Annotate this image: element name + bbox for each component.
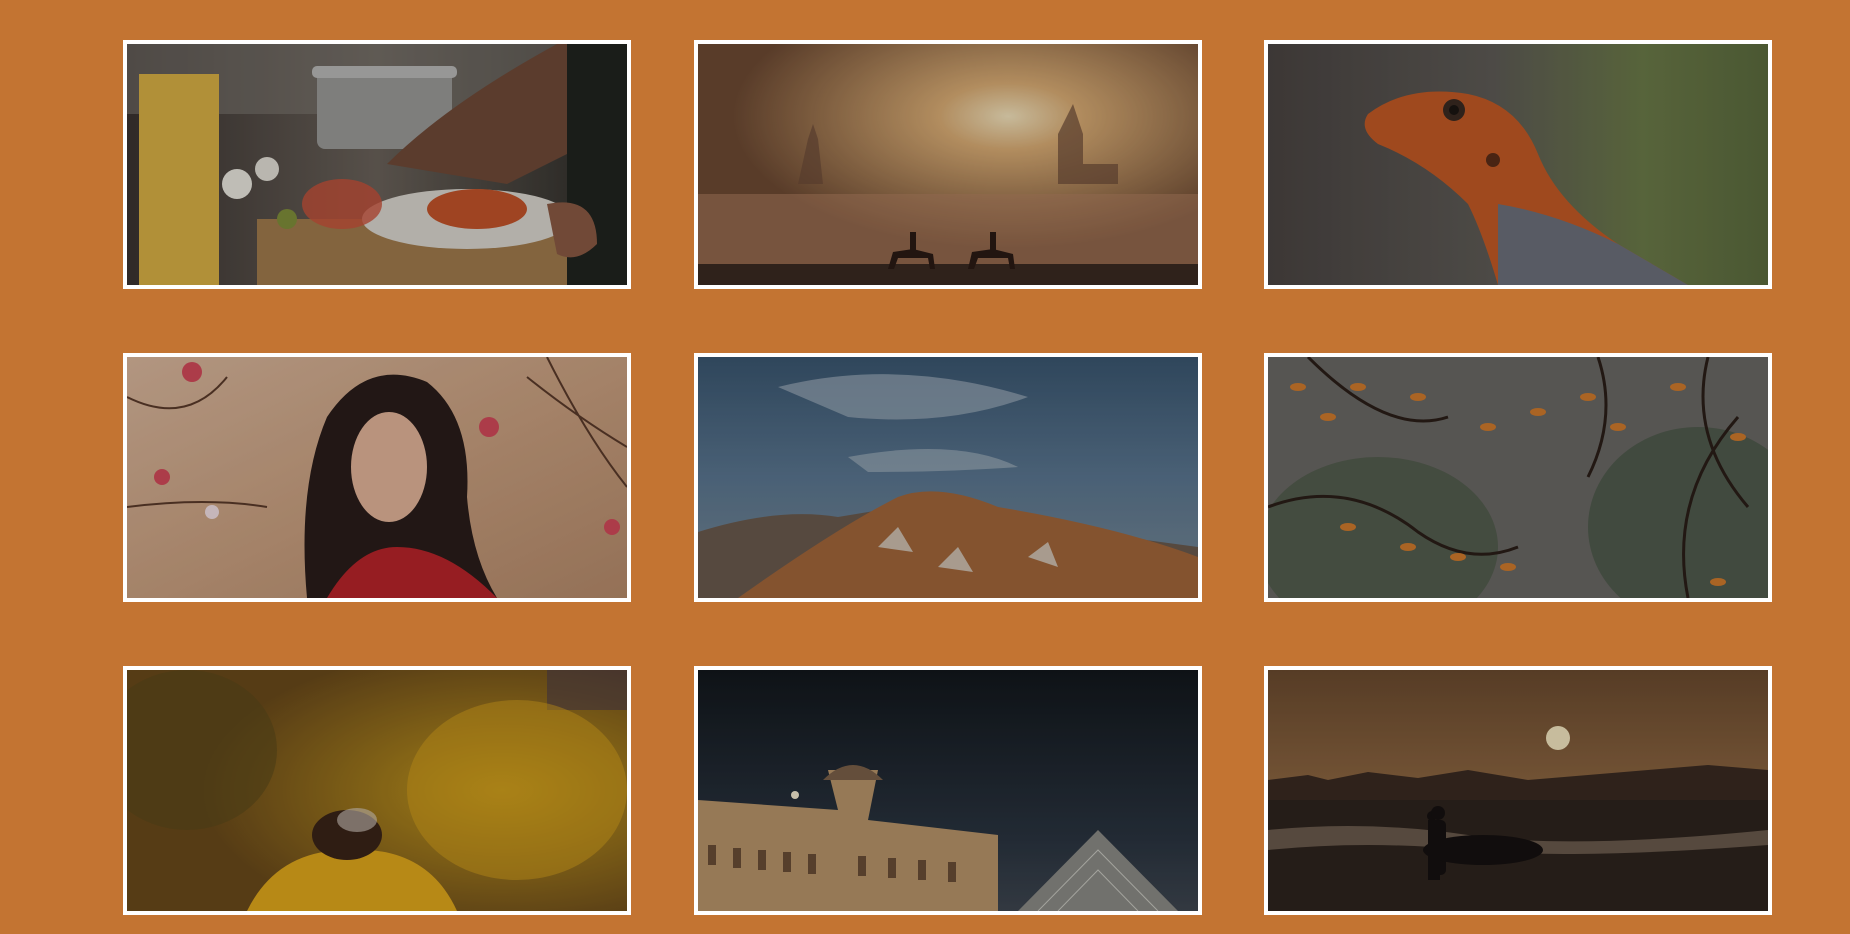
photo-bee-yellow-flower: [127, 670, 627, 911]
gallery-image-louvre-pyramid-night[interactable]: [694, 666, 1202, 915]
photo-woman-cherry-blossoms: [127, 357, 627, 598]
photo-chef-plating-pasta: [127, 44, 627, 285]
gallery-image-horse-riders-misty-sunrise[interactable]: [694, 40, 1202, 289]
gallery-image-mountain-ridge-sky[interactable]: [694, 353, 1202, 602]
photo-mountain-ridge-sky: [698, 357, 1198, 598]
gallery-image-woman-cherry-blossoms[interactable]: [123, 353, 631, 602]
image-gallery: [0, 0, 1850, 934]
gallery-image-chef-plating-pasta[interactable]: [123, 40, 631, 289]
photo-autumn-branches: [1268, 357, 1768, 598]
photo-louvre-pyramid-night: [698, 670, 1198, 911]
photo-horse-riders-misty-sunrise: [698, 44, 1198, 285]
gallery-image-bee-yellow-flower[interactable]: [123, 666, 631, 915]
gallery-image-surfers-sunset-beach[interactable]: [1264, 666, 1772, 915]
photo-orange-lizard: [1268, 44, 1768, 285]
gallery-image-orange-lizard[interactable]: [1264, 40, 1772, 289]
gallery-image-autumn-branches[interactable]: [1264, 353, 1772, 602]
photo-surfers-sunset-beach: [1268, 670, 1768, 911]
